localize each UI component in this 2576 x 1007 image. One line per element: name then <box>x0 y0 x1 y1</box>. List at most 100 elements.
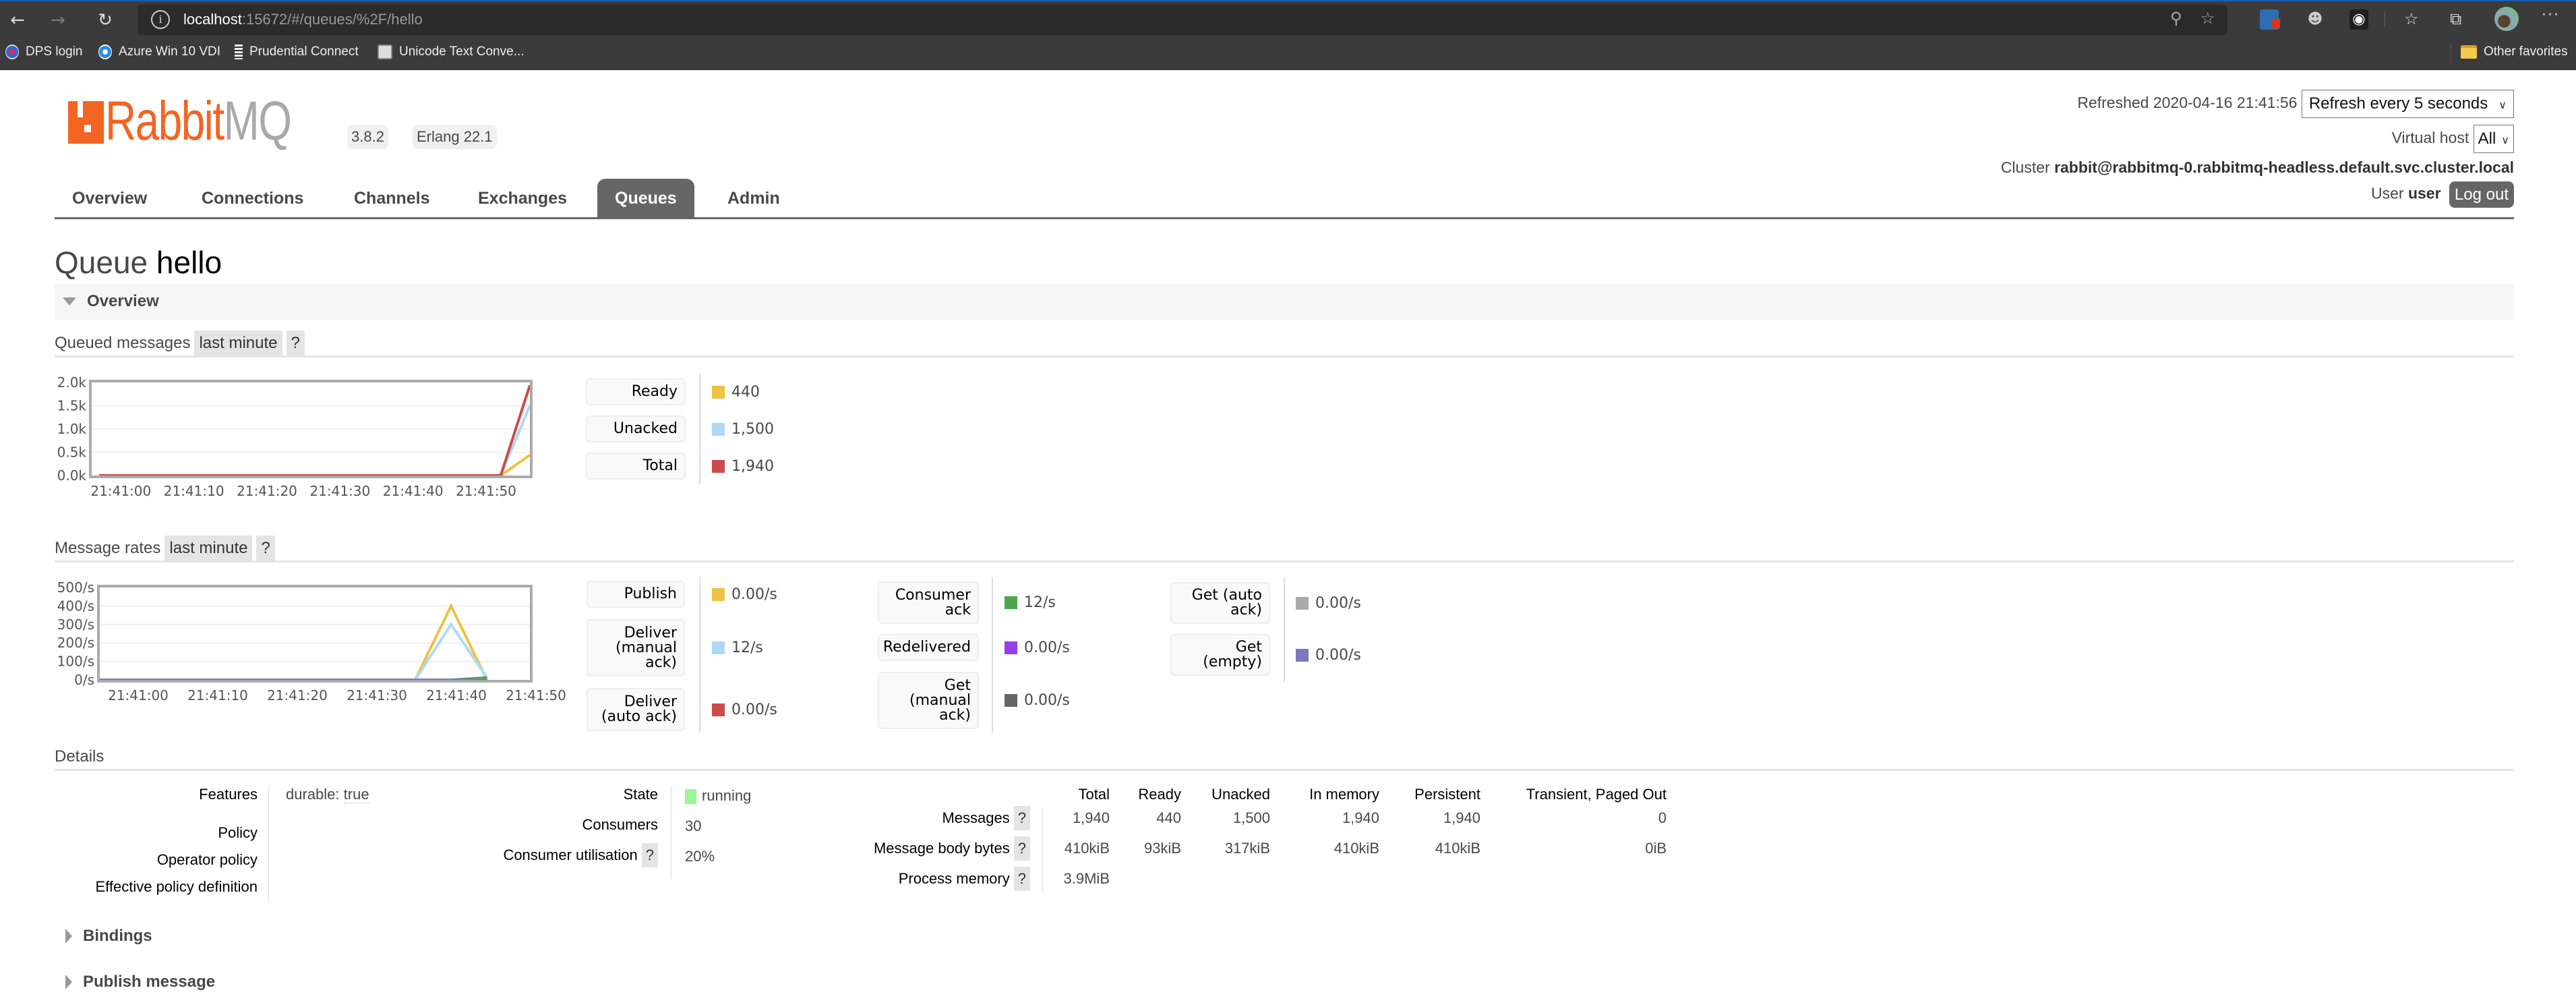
legend-label-unacked[interactable]: Unacked <box>586 415 686 442</box>
x-tick-label: 21:41:50 <box>456 483 516 499</box>
legend-label-get-manual-ack[interactable]: Get (manual ack) <box>878 672 979 729</box>
raccoon-extension-icon[interactable]: ☻ <box>2306 9 2325 30</box>
bookmark-azure-vdi[interactable]: Azure Win 10 VDI <box>98 45 220 59</box>
legend-label-total[interactable]: Total <box>586 453 686 480</box>
stats-cell: 410kiB <box>1334 840 1379 857</box>
address-bar[interactable]: i localhost:15672/#/queues/%2F/hello ⚲ ☆ <box>138 5 2227 35</box>
password-manager-extension-icon[interactable] <box>2260 9 2280 30</box>
x-tick-label: 21:41:20 <box>267 687 328 703</box>
key-icon[interactable]: ⚲ <box>2170 9 2182 28</box>
bindings-section-header[interactable]: Bindings <box>65 927 152 946</box>
range-selector[interactable]: last minute <box>164 536 253 561</box>
help-button[interactable]: ? <box>1013 806 1030 830</box>
legend-value: 0.00/s <box>712 581 777 608</box>
x-tick-label: 21:41:40 <box>426 687 487 703</box>
folder-icon <box>2461 45 2477 59</box>
document-icon <box>235 45 243 59</box>
stats-cell: 410kiB <box>1435 840 1480 857</box>
tab-queues[interactable]: Queues <box>597 179 694 217</box>
rabbitmq-logo[interactable]: RabbitMQ <box>68 94 343 149</box>
y-tick-label: 1.5k <box>57 398 87 414</box>
bookmark-unicode-converter[interactable]: Unicode Text Conve... <box>378 45 525 59</box>
message-rates-chart: 0/s 100/s 200/s 300/s 400/s 500/s 21:41:00 21:4… <box>57 579 566 703</box>
bookmark-dps-login[interactable]: DPS login <box>5 45 83 59</box>
refreshed-time: 2020-04-16 21:41:56 <box>2153 94 2298 112</box>
cluster-row: Cluster rabbit@rabbitmq-0.rabbitmq-headl… <box>2000 159 2514 176</box>
tab-admin[interactable]: Admin <box>710 179 798 217</box>
tab-channels[interactable]: Channels <box>336 179 448 217</box>
features-label: Features <box>199 786 258 803</box>
help-button[interactable]: ? <box>256 536 275 561</box>
help-button[interactable]: ? <box>286 330 305 356</box>
tab-connections[interactable]: Connections <box>184 179 321 217</box>
legend-label-deliver-manual-ack[interactable]: Deliver (manual ack) <box>587 619 685 677</box>
bookmark-prudential[interactable]: Prudential Connect <box>235 45 359 59</box>
overview-section-header[interactable]: Overview <box>63 292 159 311</box>
stats-cell: 410kiB <box>1064 840 1110 857</box>
color-swatch <box>1296 648 1309 662</box>
legend-label-get-empty[interactable]: Get (empty) <box>1170 634 1270 676</box>
more-menu-icon[interactable]: ··· <box>2542 7 2560 24</box>
collapse-triangle-icon <box>63 297 76 306</box>
help-button[interactable]: ? <box>1013 867 1030 891</box>
help-button[interactable]: ? <box>641 843 658 867</box>
github-extension-icon[interactable]: ◉ <box>2349 9 2368 30</box>
legend-value: 12/s <box>712 619 763 677</box>
favorites-icon[interactable]: ☆ <box>2404 9 2419 28</box>
color-swatch <box>712 703 725 716</box>
back-arrow-icon[interactable]: ← <box>4 7 31 34</box>
y-tick-label: 200/s <box>57 635 94 651</box>
reload-icon[interactable]: ↻ <box>92 7 119 34</box>
stats-cell: 317kiB <box>1224 840 1270 857</box>
refresh-row: Refreshed 2020-04-16 21:41:56 Refresh ev… <box>2077 90 2514 118</box>
color-swatch <box>712 641 725 654</box>
tab-exchanges[interactable]: Exchanges <box>460 179 585 217</box>
virtual-host-select[interactable]: All ∨ <box>2473 125 2514 153</box>
expand-triangle-icon <box>65 975 72 989</box>
stats-cell: 0 <box>1658 809 1667 826</box>
legend-value: 0.00/s <box>1296 582 1361 624</box>
overview-section-toggle[interactable] <box>55 284 2514 320</box>
refresh-interval-select[interactable]: Refresh every 5 seconds ∨ <box>2301 90 2514 118</box>
legend-label-publish[interactable]: Publish <box>587 581 685 608</box>
series-line-total <box>98 384 531 477</box>
url-text[interactable]: localhost:15672/#/queues/%2F/hello <box>183 11 423 28</box>
details-divider <box>268 786 269 902</box>
x-tick-label: 21:41:30 <box>309 483 370 499</box>
y-tick-label: 2.0k <box>57 374 87 391</box>
queue-name: hello <box>156 245 222 280</box>
color-swatch <box>1005 694 1017 707</box>
bookmark-other-favorites[interactable]: Other favorites <box>2461 45 2568 59</box>
profile-avatar[interactable] <box>2494 7 2519 31</box>
tab-overview[interactable]: Overview <box>55 179 164 217</box>
publish-message-section-header[interactable]: Publish message <box>65 973 215 991</box>
stats-cell: 1,940 <box>1443 809 1480 826</box>
tab-strip-accent <box>0 0 2576 1</box>
stats-cell: 1,940 <box>1072 809 1110 826</box>
help-button[interactable]: ? <box>1013 836 1030 861</box>
queued-messages-header: Queued messages last minute? <box>55 330 2514 357</box>
color-swatch <box>712 587 725 601</box>
legend-label-ready[interactable]: Ready <box>586 378 686 405</box>
legend-value: 12/s <box>1005 581 1056 624</box>
legend-label-consumer-ack[interactable]: Consumer ack <box>878 581 979 624</box>
y-tick-label: 0.0k <box>57 467 87 484</box>
site-info-icon[interactable]: i <box>151 10 170 29</box>
legend-label-get-auto-ack[interactable]: Get (auto ack) <box>1170 582 1270 624</box>
cluster-name: rabbit@rabbitmq-0.rabbitmq-headless.defa… <box>2054 159 2514 176</box>
add-favorite-star-icon[interactable]: ☆ <box>2200 9 2215 28</box>
stats-row-label: Message body bytes? <box>874 836 1030 861</box>
forward-arrow-icon[interactable]: → <box>44 7 71 34</box>
x-tick-label: 21:41:00 <box>108 687 169 703</box>
legend-label-redelivered[interactable]: Redelivered <box>878 634 979 661</box>
x-tick-label: 21:41:10 <box>187 687 248 703</box>
color-swatch <box>1296 596 1309 610</box>
unicode-icon <box>378 45 392 59</box>
range-selector[interactable]: last minute <box>194 330 282 356</box>
consumer-utilisation-label: Consumer utilisation? <box>503 843 658 867</box>
collections-icon[interactable]: ⧉ <box>2450 9 2461 28</box>
x-tick-label: 21:41:00 <box>90 483 151 499</box>
details-header: Details <box>55 744 2514 771</box>
legend-label-deliver-auto-ack[interactable]: Deliver (auto ack) <box>587 688 685 731</box>
color-swatch <box>1005 596 1017 609</box>
